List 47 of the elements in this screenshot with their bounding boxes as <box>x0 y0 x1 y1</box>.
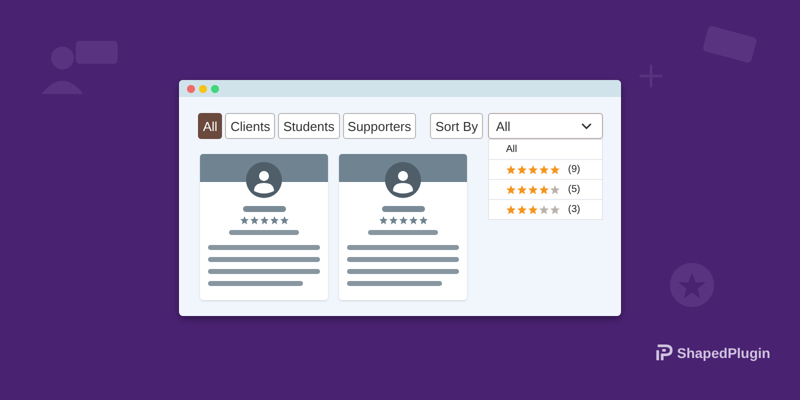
name-placeholder-bar <box>242 206 286 212</box>
star-icon <box>388 216 398 225</box>
star-icon <box>240 216 248 225</box>
star-icon <box>378 216 388 225</box>
sort-by-button[interactable]: Sort By <box>430 113 483 139</box>
logo-icon <box>655 343 673 363</box>
star-icon <box>550 204 560 214</box>
star-icon <box>528 184 538 194</box>
star-icon <box>506 204 516 214</box>
star-icon <box>398 216 408 225</box>
star-icon <box>506 164 516 174</box>
star-icon <box>517 164 527 174</box>
avatar-icon <box>385 162 421 198</box>
subtitle-placeholder-bar <box>229 230 299 235</box>
star-icon <box>506 184 516 194</box>
close-dot-icon[interactable] <box>187 84 195 92</box>
filter-button[interactable]: All <box>198 113 222 139</box>
avatar-icon <box>246 162 282 198</box>
star-icon <box>550 164 560 174</box>
filter-button[interactable]: Students <box>278 113 340 139</box>
star-icon <box>408 216 418 225</box>
star-icon <box>550 184 560 194</box>
rating-count: (5) <box>568 184 580 195</box>
star-icon <box>528 164 538 174</box>
maximize-dot-icon[interactable] <box>211 84 219 92</box>
sort-dropdown[interactable]: All <box>488 113 603 139</box>
star-icon <box>517 204 527 214</box>
star-icon <box>539 184 549 194</box>
star-icon <box>270 216 278 225</box>
menu-option[interactable]: All <box>489 140 602 159</box>
filter-button[interactable]: Supporters <box>342 113 416 139</box>
star-icon <box>280 216 288 225</box>
star-icon <box>418 216 428 225</box>
rating-count: (9) <box>568 164 580 175</box>
star-icon <box>528 204 538 214</box>
star-icon <box>539 204 549 214</box>
star-icon <box>250 216 258 225</box>
star-icon <box>539 164 549 174</box>
name-placeholder-bar <box>382 206 424 212</box>
filter-button[interactable]: Clients <box>225 113 276 139</box>
star-icon <box>260 216 268 225</box>
minimize-dot-icon[interactable] <box>199 84 207 92</box>
rating-count: (3) <box>568 204 580 215</box>
subtitle-placeholder-bar <box>368 230 438 235</box>
chevron-down-icon <box>581 122 592 130</box>
brand-name: ShapedPlugin <box>677 345 770 361</box>
star-icon <box>517 184 527 194</box>
